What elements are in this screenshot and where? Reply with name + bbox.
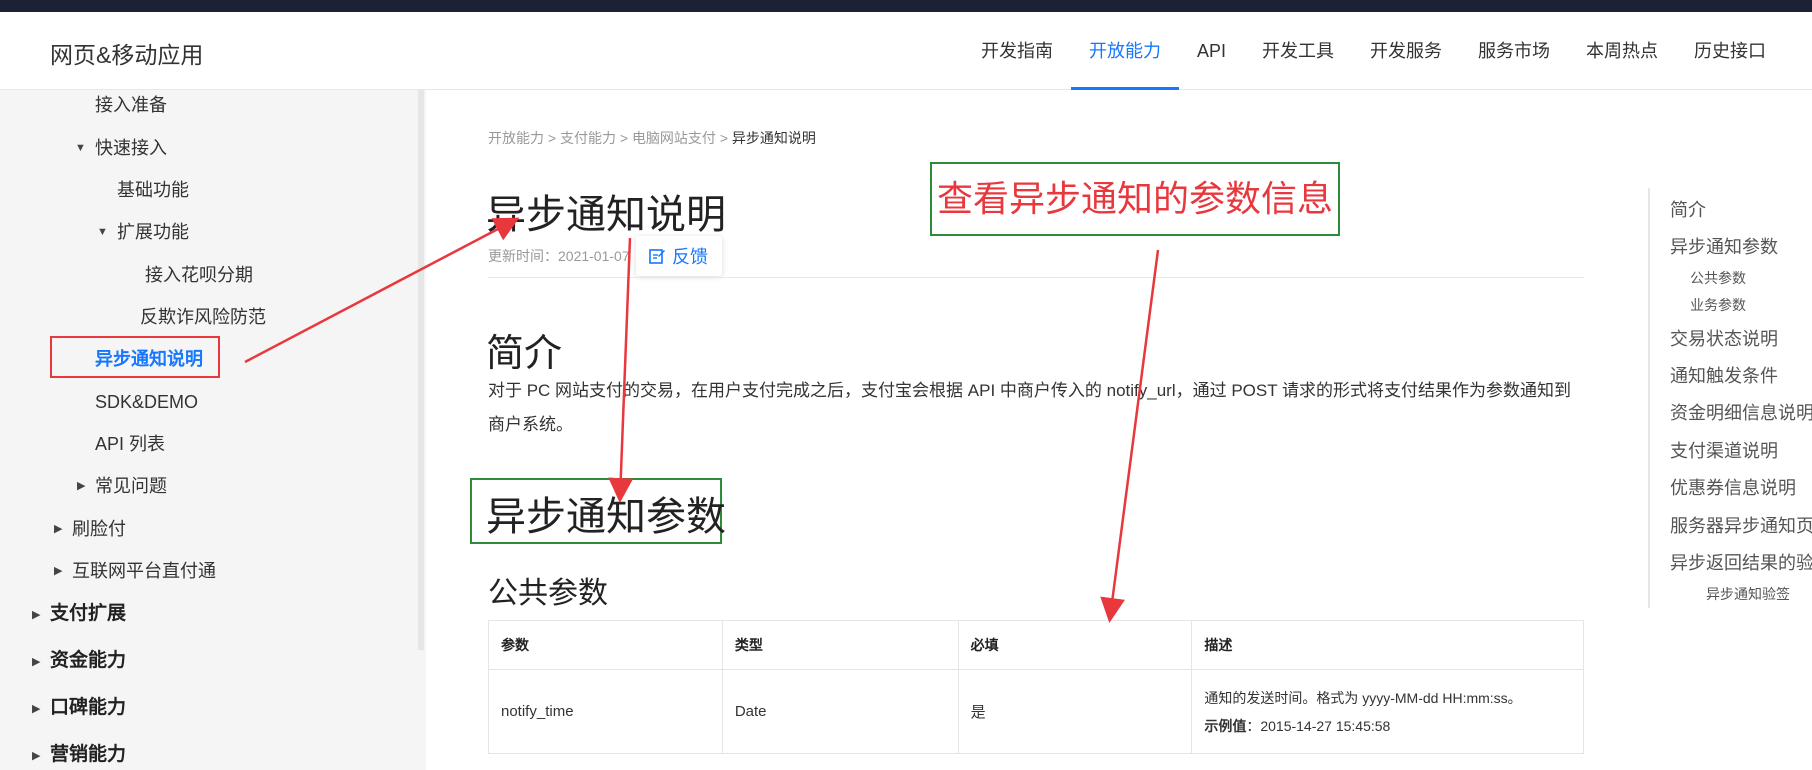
cell-required: 是 <box>957 669 1193 754</box>
annotation-callout: 查看异步通知的参数信息 <box>930 162 1340 236</box>
sidebar-item-async-notify[interactable]: 异步通知说明 <box>95 347 203 371</box>
sidebar-item-quick-access[interactable]: 快速接入 <box>95 136 167 160</box>
section-heading-params: 异步通知参数 <box>486 495 726 539</box>
cell-type: Date <box>721 669 959 754</box>
sidebar-item-sdk-demo[interactable]: SDK&DEMO <box>95 390 198 414</box>
toc-item[interactable]: 服务器异步通知页 <box>1670 512 1812 538</box>
caret-down-icon[interactable]: ▼ <box>75 136 86 160</box>
toc-item[interactable]: 通知触发条件 <box>1670 362 1778 388</box>
breadcrumb-item[interactable]: 支付能力 <box>560 130 616 146</box>
section-heading-common: 公共参数 <box>488 577 608 610</box>
example-value: ：2015-14-27 15:45:58 <box>1246 717 1391 734</box>
toc-item[interactable]: 简介 <box>1670 196 1706 222</box>
toc-item[interactable]: 支付渠道说明 <box>1670 437 1778 463</box>
table-of-contents: 简介 异步通知参数 公共参数 业务参数 交易状态说明 通知触发条件 资金明细信息… <box>1648 188 1812 608</box>
sidebar-item-platform-direct-pay[interactable]: 互联网平台直付通 <box>72 559 216 583</box>
sidebar-item-pay-extension[interactable]: 支付扩展 <box>50 602 126 626</box>
sidebar-item-fund-capability[interactable]: 资金能力 <box>50 649 126 673</box>
caret-right-icon[interactable]: ▶ <box>77 474 85 498</box>
edit-icon <box>649 249 665 264</box>
sidebar-item-huabei-installment[interactable]: 接入花呗分期 <box>145 263 253 287</box>
breadcrumb-separator: > <box>619 130 629 146</box>
toc-item[interactable]: 异步通知验签 <box>1706 584 1790 604</box>
table-row: notify_time Date 是 通知的发送时间。格式为 yyyy-MM-d… <box>488 669 1584 754</box>
brand-title[interactable]: 网页&移动应用 <box>50 36 203 70</box>
nav-dev-guide[interactable]: 开发指南 <box>963 12 1071 90</box>
example-line: 示例值：2015-14-27 15:45:58 <box>1204 712 1571 740</box>
sidebar-item-face-pay[interactable]: 刷脸付 <box>72 517 126 541</box>
column-header: 必填 <box>957 620 1193 670</box>
breadcrumb: 开放能力 > 支付能力 > 电脑网站支付 > 异步通知说明 <box>488 128 816 148</box>
toc-item[interactable]: 异步返回结果的验 <box>1670 549 1812 575</box>
sidebar-item-extended-features[interactable]: 扩展功能 <box>117 220 189 244</box>
caret-right-icon[interactable]: ▶ <box>54 559 62 583</box>
example-label: 示例值 <box>1204 717 1247 734</box>
sidebar-item-faq[interactable]: 常见问题 <box>95 474 167 498</box>
main-nav: 开发指南 开放能力 API 开发工具 开发服务 服务市场 本周热点 历史接口 <box>963 12 1784 90</box>
sidebar-item-marketing-capability[interactable]: 营销能力 <box>50 743 126 767</box>
nav-service-market[interactable]: 服务市场 <box>1460 12 1568 90</box>
toc-item[interactable]: 交易状态说明 <box>1670 325 1778 351</box>
nav-dev-services[interactable]: 开发服务 <box>1352 12 1460 90</box>
sidebar-item-anti-fraud[interactable]: 反欺诈风险防范 <box>140 305 266 329</box>
nav-dev-tools[interactable]: 开发工具 <box>1244 12 1352 90</box>
column-header: 描述 <box>1191 620 1584 670</box>
breadcrumb-separator: > <box>719 130 729 146</box>
intro-paragraph: 对于 PC 网站支付的交易，在用户支付完成之后，支付宝会根据 API 中商户传入… <box>488 381 1572 434</box>
sidebar-item-basic-features[interactable]: 基础功能 <box>117 178 189 202</box>
feedback-label: 反馈 <box>672 247 708 267</box>
nav-open-capability[interactable]: 开放能力 <box>1070 12 1179 90</box>
cell-param: notify_time <box>488 669 723 754</box>
toc-item[interactable]: 资金明细信息说明 <box>1670 399 1812 425</box>
caret-down-icon[interactable]: ▼ <box>97 220 108 244</box>
caret-right-icon[interactable]: ▶ <box>54 517 62 541</box>
caret-right-icon[interactable]: ▶ <box>32 603 40 627</box>
toc-item[interactable]: 业务参数 <box>1690 295 1746 315</box>
page-title: 异步通知说明 <box>486 193 726 237</box>
breadcrumb-current: 异步通知说明 <box>731 130 816 146</box>
section-heading-intro: 简介 <box>486 333 563 375</box>
column-header: 参数 <box>488 620 723 670</box>
top-navbar: 网页&移动应用 开发指南 开放能力 API 开发工具 开发服务 服务市场 本周热… <box>0 12 1812 90</box>
caret-right-icon[interactable]: ▶ <box>32 650 40 674</box>
title-divider <box>488 277 1584 278</box>
sidebar: 接入准备 ▼ 快速接入 基础功能 ▼ 扩展功能 接入花呗分期 反欺诈风险防范 异… <box>0 90 426 770</box>
params-table: 参数 类型 必填 描述 notify_time Date 是 通知的发送时间。格… <box>488 620 1584 754</box>
sidebar-item-access-prep[interactable]: 接入准备 <box>95 93 167 117</box>
nav-weekly-hot[interactable]: 本周热点 <box>1568 12 1676 90</box>
sidebar-scrollbar[interactable] <box>418 90 424 650</box>
sidebar-item-koubei-capability[interactable]: 口碑能力 <box>50 696 126 720</box>
caret-right-icon[interactable]: ▶ <box>32 744 40 768</box>
caret-right-icon[interactable]: ▶ <box>32 697 40 721</box>
feedback-button[interactable]: 反馈 <box>636 236 722 276</box>
table-header-row: 参数 类型 必填 描述 <box>488 620 1584 670</box>
cell-description: 通知的发送时间。格式为 yyyy-MM-dd HH:mm:ss。 示例值：201… <box>1191 669 1584 754</box>
column-header: 类型 <box>721 620 959 670</box>
breadcrumb-separator: > <box>547 130 557 146</box>
top-strip <box>0 0 1812 12</box>
toc-item[interactable]: 异步通知参数 <box>1670 233 1778 259</box>
nav-api[interactable]: API <box>1179 12 1244 90</box>
breadcrumb-item[interactable]: 开放能力 <box>488 130 544 146</box>
sidebar-item-api-list[interactable]: API 列表 <box>95 432 165 456</box>
update-time: 更新时间：2021-01-07 <box>488 248 630 264</box>
nav-history-api[interactable]: 历史接口 <box>1676 12 1784 90</box>
description-text: 通知的发送时间。格式为 yyyy-MM-dd HH:mm:ss。 <box>1204 689 1522 706</box>
toc-item[interactable]: 优惠券信息说明 <box>1670 474 1796 500</box>
breadcrumb-item[interactable]: 电脑网站支付 <box>632 130 716 146</box>
toc-item[interactable]: 公共参数 <box>1690 268 1746 288</box>
